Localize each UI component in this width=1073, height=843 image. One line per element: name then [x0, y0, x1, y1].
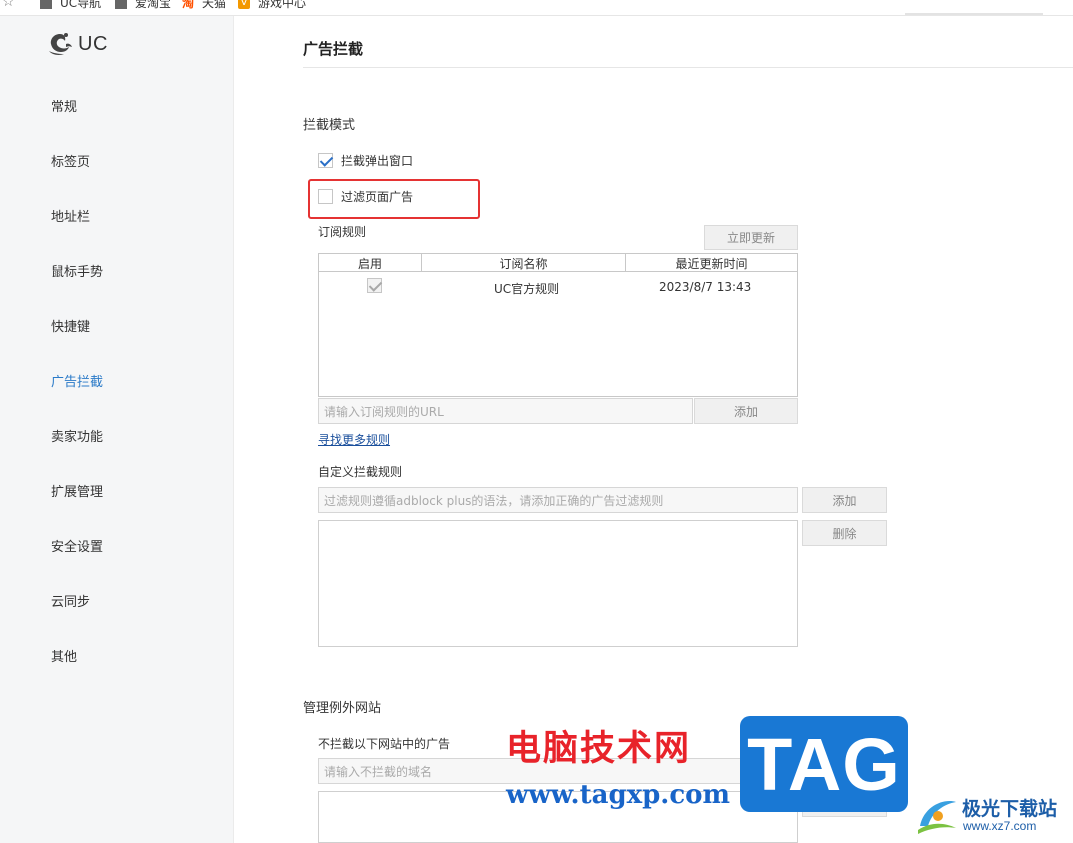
exceptions-subheading: 不拦截以下网站中的广告	[318, 737, 451, 751]
page-icon	[115, 0, 127, 9]
block-mode-heading: 拦截模式	[303, 118, 356, 133]
table-header: 启用 订阅名称 最近更新时间	[319, 254, 797, 272]
update-now-button[interactable]: 立即更新	[704, 225, 798, 250]
watermark-xz-name: 极光下载站	[962, 798, 1058, 820]
sidebar-item-shortcuts[interactable]: 快捷键	[51, 316, 90, 335]
settings-sidebar: UC 常规 标签页 地址栏 鼠标手势 快捷键 广告拦截 卖家功能 扩展管理 安全…	[0, 16, 234, 843]
sidebar-item-extensions[interactable]: 扩展管理	[51, 481, 103, 500]
custom-rules-heading: 自定义拦截规则	[318, 465, 403, 479]
title-divider	[303, 67, 1073, 68]
exceptions-heading: 管理例外网站	[303, 701, 382, 716]
row-name: UC官方规则	[494, 282, 560, 296]
uc-squirrel-icon	[49, 33, 72, 55]
block-popups-checkbox[interactable]	[318, 153, 333, 168]
bookmark-uc-nav[interactable]: UC导航	[40, 0, 101, 11]
game-icon: V	[238, 0, 250, 9]
row-updated: 2023/8/7 13:43	[659, 280, 752, 294]
bookmark-game-center[interactable]: V 游戏中心	[238, 0, 306, 11]
bookmark-aitaobao[interactable]: 爱淘宝	[115, 0, 171, 11]
custom-rules-list[interactable]	[318, 520, 798, 647]
watermark-xz-url: www.xz7.com	[963, 819, 1037, 833]
sidebar-item-mouse-gestures[interactable]: 鼠标手势	[51, 261, 103, 280]
toolbar-edge	[905, 13, 1043, 15]
logo-text: UC	[78, 32, 108, 55]
page-icon	[40, 0, 52, 9]
watermark-site-name: 电脑技术网	[506, 729, 692, 769]
watermark-site-url: www.tagxp.com	[506, 780, 731, 810]
subscription-url-input[interactable]: 请输入订阅规则的URL	[318, 398, 693, 424]
sidebar-item-general[interactable]: 常规	[51, 96, 77, 115]
find-more-rules-link[interactable]: 寻找更多规则	[318, 431, 390, 448]
add-custom-rule-button[interactable]: 添加	[802, 487, 887, 513]
custom-rule-input[interactable]: 过滤规则遵循adblock plus的语法，请添加正确的广告过滤规则	[318, 487, 798, 513]
star-icon[interactable]: ☆	[2, 0, 15, 10]
delete-custom-rule-button[interactable]: 删除	[802, 520, 887, 546]
sidebar-item-security[interactable]: 安全设置	[51, 536, 103, 555]
subscription-table: 启用 订阅名称 最近更新时间 UC官方规则 2023/8/7 13:43	[318, 253, 798, 397]
sidebar-item-other[interactable]: 其他	[51, 646, 77, 665]
block-popups-checkbox-row[interactable]: 拦截弹出窗口	[318, 152, 413, 169]
highlight-annotation	[308, 179, 480, 219]
uc-logo: UC	[46, 31, 108, 57]
column-header-enabled: 启用	[319, 254, 422, 272]
block-popups-label: 拦截弹出窗口	[341, 154, 414, 168]
sidebar-item-ad-block[interactable]: 广告拦截	[51, 371, 103, 390]
sidebar-item-cloud-sync[interactable]: 云同步	[51, 591, 90, 610]
bookmark-bar: ☆ UC导航 爱淘宝 淘 天猫 V 游戏中心	[0, 0, 1073, 16]
row-enabled-checkbox[interactable]	[367, 278, 382, 293]
sidebar-item-address-bar[interactable]: 地址栏	[51, 206, 90, 225]
column-header-name: 订阅名称	[422, 254, 626, 272]
subscription-heading: 订阅规则	[318, 225, 367, 239]
settings-main: 广告拦截 拦截模式 拦截弹出窗口 过滤页面广告 订阅规则 立即更新 启用 订阅名…	[234, 16, 1073, 843]
add-subscription-button[interactable]: 添加	[694, 398, 798, 424]
sidebar-item-seller-tools[interactable]: 卖家功能	[51, 426, 103, 445]
column-header-updated: 最近更新时间	[675, 256, 748, 271]
sidebar-item-tabs[interactable]: 标签页	[51, 151, 90, 170]
aurora-logo-icon	[918, 801, 956, 834]
watermark-tag-logo: TAG	[740, 716, 908, 812]
bookmark-tmall[interactable]: 淘 天猫	[182, 0, 226, 11]
page-title: 广告拦截	[303, 40, 364, 58]
tmall-icon: 淘	[182, 0, 195, 10]
